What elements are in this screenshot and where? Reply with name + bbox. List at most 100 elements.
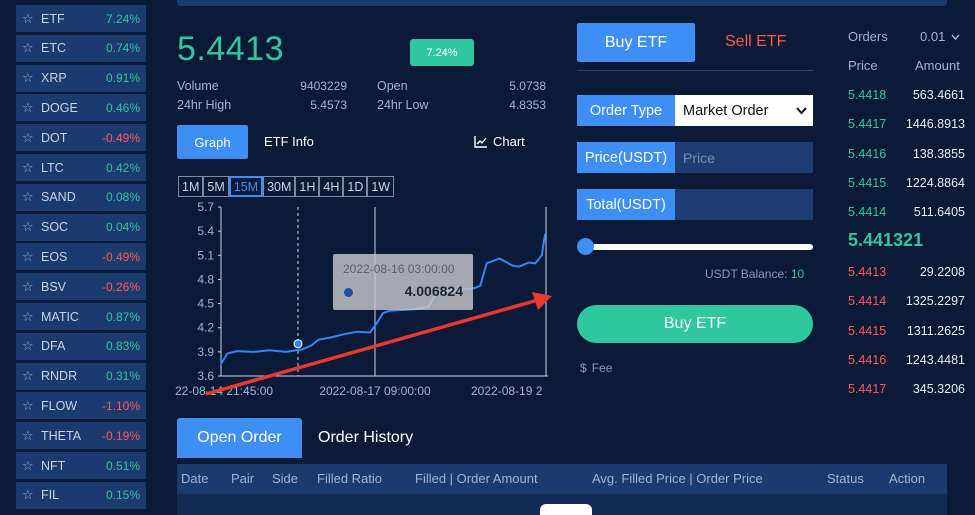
open-label: Open — [377, 79, 408, 93]
column-header: Date — [181, 471, 209, 486]
order-price: 5.4416 — [848, 146, 887, 161]
timeframe-30m[interactable]: 30M — [263, 176, 296, 197]
sidebar-item-etf[interactable]: ☆ ETF 7.24% — [16, 5, 146, 32]
timeframe-4h[interactable]: 4H — [319, 176, 344, 197]
star-icon[interactable]: ☆ — [22, 339, 36, 353]
precision-select[interactable]: 0.01 — [920, 29, 960, 44]
market-change: 0.15% — [105, 488, 140, 503]
price-header: Price — [848, 58, 878, 73]
high-label: 24hr High — [177, 98, 232, 112]
column-header: Action — [889, 471, 926, 486]
star-icon[interactable]: ☆ — [22, 130, 36, 145]
timeframe-1w[interactable]: 1W — [367, 176, 395, 197]
sell-tab[interactable]: Sell ETF — [725, 33, 786, 51]
total-field[interactable]: Total(USDT) — [577, 189, 813, 220]
tab-etf-info[interactable]: ETF Info — [264, 134, 314, 149]
star-icon[interactable]: ☆ — [22, 428, 36, 443]
tab-graph[interactable]: Graph — [177, 125, 248, 159]
buy-button[interactable]: Buy ETF — [577, 305, 813, 343]
price-field[interactable]: Price(USDT) Price — [577, 142, 813, 173]
sidebar-item-dot[interactable]: ☆ DOT -0.49% — [16, 124, 146, 152]
star-icon[interactable]: ☆ — [22, 309, 36, 324]
orderbook-ask-row[interactable]: 5.4417 345.3206 — [848, 382, 965, 398]
star-icon[interactable]: ☆ — [22, 11, 36, 26]
sidebar-item-dfa[interactable]: ☆ DFA 0.83% — [16, 332, 146, 360]
tab-order-history[interactable]: Order History — [318, 429, 413, 447]
star-icon[interactable]: ☆ — [22, 279, 36, 294]
low-value: 4.8353 — [509, 98, 546, 112]
timeframe-5m[interactable]: 5M — [203, 176, 229, 197]
empty-state-icon — [540, 504, 592, 515]
star-icon[interactable]: ☆ — [22, 458, 36, 473]
timeframe-1h[interactable]: 1H — [295, 176, 320, 197]
star-icon[interactable]: ☆ — [22, 41, 36, 55]
orderbook-ask-row[interactable]: 5.4415 1311.2625 — [848, 324, 965, 340]
star-icon[interactable]: ☆ — [22, 100, 36, 115]
market-change: -1.10% — [101, 398, 140, 413]
buy-tab[interactable]: Buy ETF — [577, 23, 695, 62]
star-icon[interactable]: ☆ — [22, 160, 36, 175]
volume-label: Volume — [177, 79, 219, 93]
sidebar-item-etc[interactable]: ☆ ETC 0.74% — [16, 34, 146, 62]
price-point — [472, 287, 475, 290]
market-change: 0.42% — [105, 160, 140, 175]
star-icon[interactable]: ☆ — [22, 220, 36, 234]
orderbook-ask-row[interactable]: 5.4416 1243.4481 — [848, 353, 965, 369]
sidebar-item-sand[interactable]: ☆ SAND 0.08% — [16, 183, 146, 211]
timeframe-1d[interactable]: 1D — [343, 176, 368, 197]
sidebar-item-flow[interactable]: ☆ FLOW -1.10% — [16, 392, 146, 420]
orderbook-bid-row[interactable]: 5.4414 511.6405 — [848, 205, 965, 221]
market-symbol: DOGE — [41, 100, 78, 115]
orderbook-ask-row[interactable]: 5.4414 1325.2297 — [848, 294, 965, 310]
sidebar-item-ltc[interactable]: ☆ LTC 0.42% — [16, 154, 146, 181]
orders-label: Orders — [848, 29, 888, 44]
orderbook-bid-row[interactable]: 5.4416 138.3855 — [848, 147, 965, 163]
timeframe-15m[interactable]: 15M — [228, 176, 264, 197]
market-symbol: LTC — [41, 160, 64, 175]
star-icon[interactable]: ☆ — [22, 488, 36, 502]
market-symbol: ETF — [41, 11, 65, 26]
chart-icon — [474, 135, 487, 148]
timeframe-1m[interactable]: 1M — [178, 176, 204, 197]
order-price: 5.4417 — [848, 117, 887, 132]
sidebar-item-rndr[interactable]: ☆ RNDR 0.31% — [16, 362, 146, 390]
market-symbol: SAND — [41, 190, 76, 205]
amount-slider-handle[interactable] — [577, 238, 594, 255]
column-header: Status — [827, 471, 864, 486]
tab-open-order[interactable]: Open Order — [177, 418, 302, 458]
sidebar-item-fil[interactable]: ☆ FIL 0.15% — [16, 481, 146, 509]
chevron-down-icon — [951, 34, 960, 40]
order-type-value-box[interactable]: Market Order — [675, 95, 813, 126]
sidebar-item-doge[interactable]: ☆ DOGE 0.46% — [16, 94, 146, 122]
amount-slider-track[interactable] — [585, 244, 813, 250]
star-icon[interactable]: ☆ — [22, 369, 36, 383]
sidebar-item-theta[interactable]: ☆ THETA -0.19% — [16, 422, 146, 450]
tab-chart[interactable]: Chart — [474, 134, 525, 149]
orderbook-ask-row[interactable]: 5.4413 29.2208 — [848, 265, 965, 281]
star-icon[interactable]: ☆ — [22, 190, 36, 204]
price-input[interactable]: Price — [675, 150, 813, 166]
star-icon[interactable]: ☆ — [22, 71, 36, 85]
orderbook-bid-row[interactable]: 5.4418 563.4661 — [848, 88, 965, 104]
sidebar-item-matic[interactable]: ☆ MATIC 0.87% — [16, 303, 146, 330]
market-symbol: EOS — [41, 249, 68, 264]
sidebar-item-bsv[interactable]: ☆ BSV -0.26% — [16, 273, 146, 301]
order-price: 5.4414 — [848, 294, 887, 309]
sidebar-item-xrp[interactable]: ☆ XRP 0.91% — [16, 64, 146, 92]
column-header: Side — [272, 471, 299, 486]
fee-link[interactable]: $ Fee — [580, 361, 612, 375]
orderbook-bid-row[interactable]: 5.4417 1446.8913 — [848, 117, 965, 133]
market-change: 0.87% — [105, 309, 140, 324]
tab-chart-label: Chart — [493, 134, 525, 149]
order-type-select[interactable]: Order Type Market Order — [577, 95, 813, 126]
star-icon[interactable]: ☆ — [22, 249, 36, 264]
market-sidebar: ☆ ETF 7.24% ☆ ETC 0.74% ☆ XRP 0.91% ☆ DOGE 0.46% ☆ DO… — [0, 0, 148, 515]
annotation-arrow-icon — [205, 292, 552, 396]
sidebar-item-soc[interactable]: ☆ SOC 0.04% — [16, 213, 146, 241]
sidebar-item-eos[interactable]: ☆ EOS -0.49% — [16, 243, 146, 271]
star-icon[interactable]: ☆ — [22, 398, 36, 413]
order-amount: 563.4661 — [912, 88, 965, 102]
market-change: 7.24% — [105, 11, 140, 26]
orderbook-bid-row[interactable]: 5.4415 1224.8864 — [848, 176, 965, 192]
sidebar-item-nft[interactable]: ☆ NFT 0.51% — [16, 452, 146, 479]
